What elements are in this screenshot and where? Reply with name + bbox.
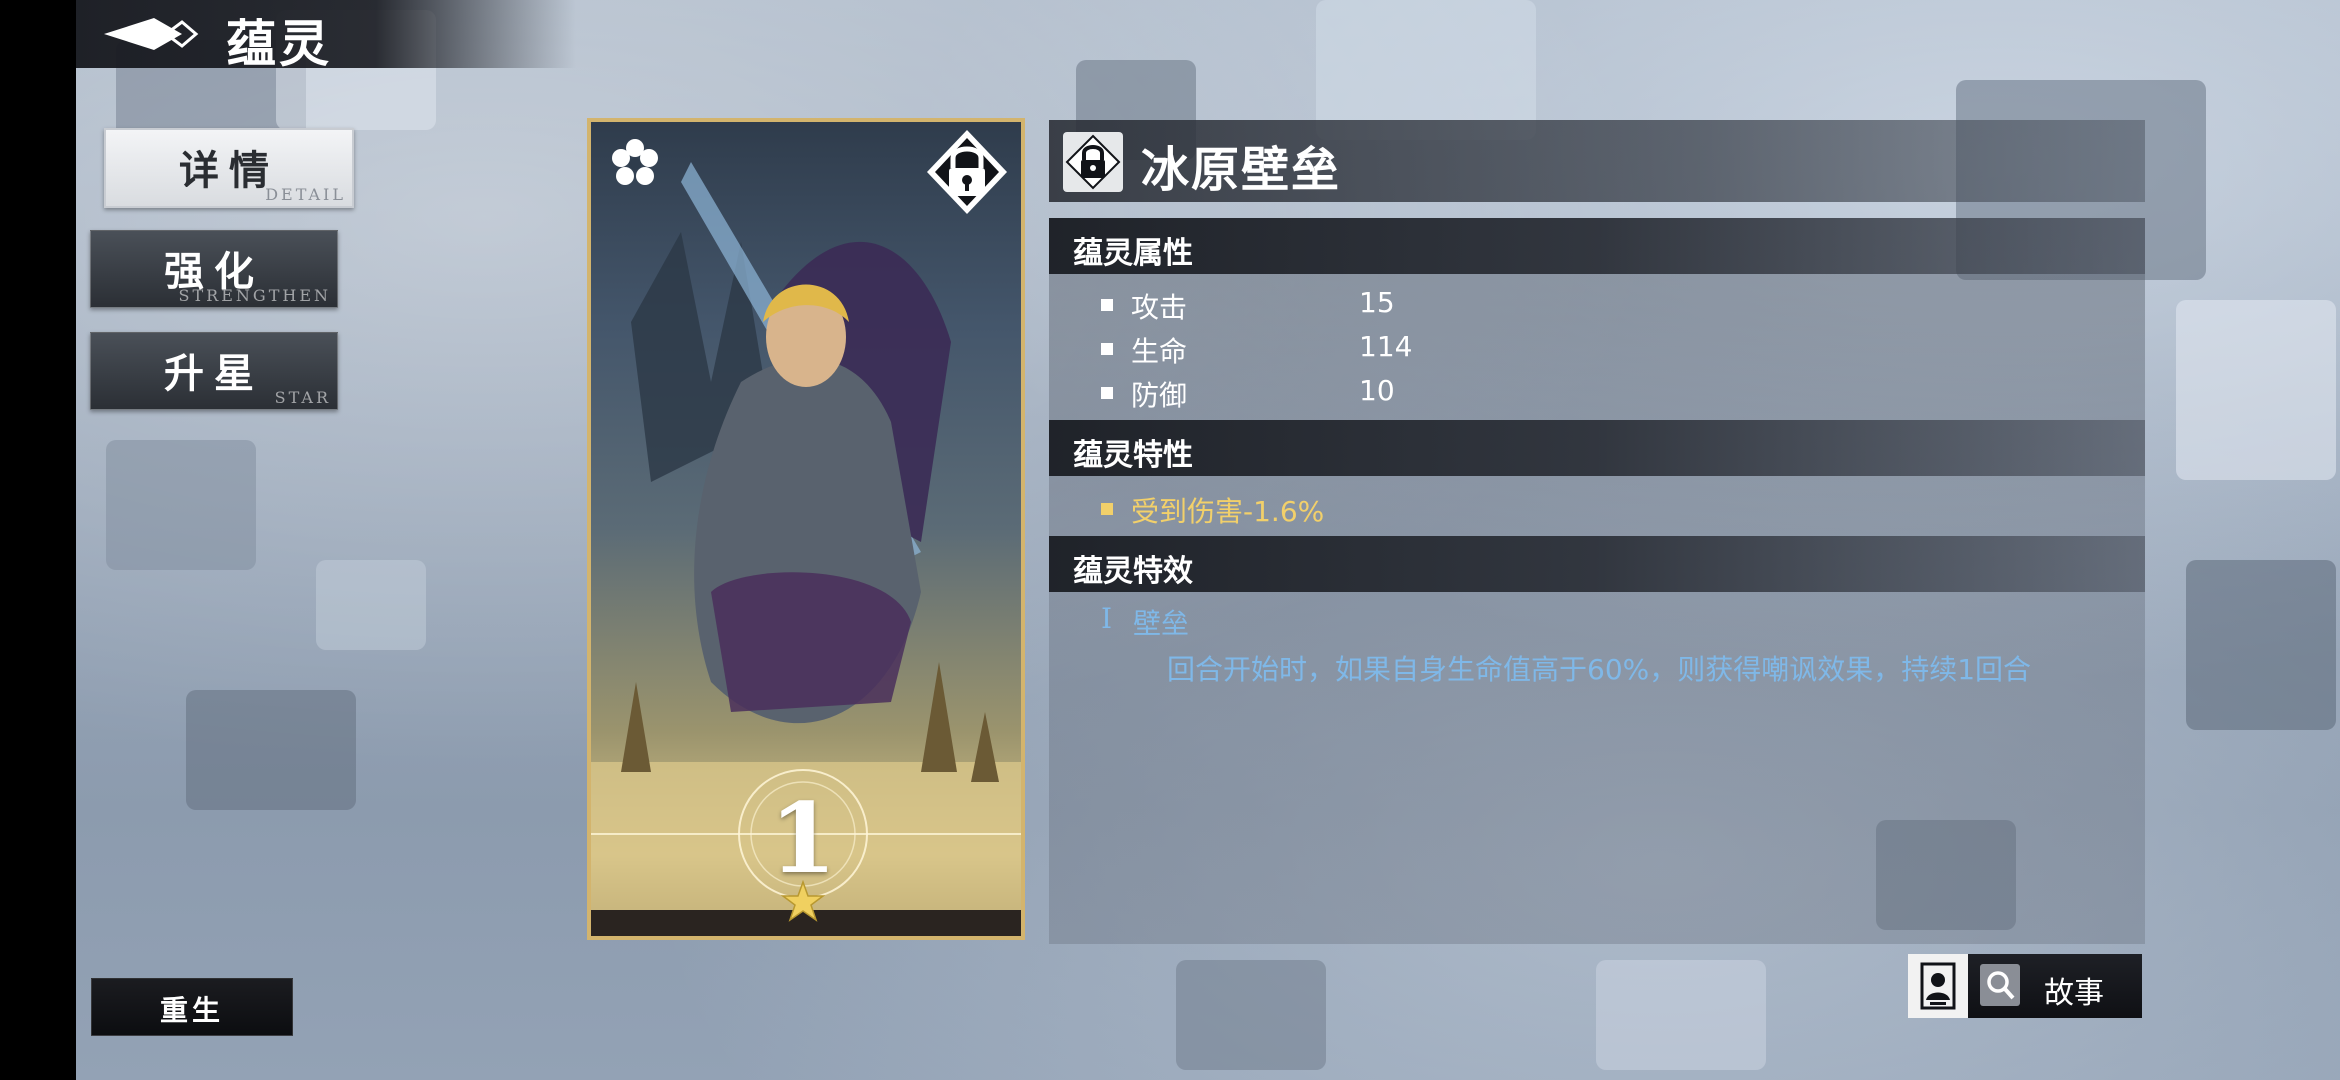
bg-cube [1176,960,1326,1070]
tab-sublabel: STRENGTHEN [178,286,331,305]
left-black-margin [0,0,76,1080]
stat-label: 攻击 [1131,291,1188,324]
stat-label: 生命 [1131,335,1188,368]
stat-value: 114 [1359,330,1413,363]
stat-value: 10 [1359,374,1395,407]
bullet-icon [1101,387,1113,399]
stat-value: 15 [1359,286,1395,319]
back-button[interactable] [104,14,200,54]
bg-cube [1596,960,1766,1070]
section-title: 蕴灵属性 [1073,236,1193,271]
card-name: 冰原壁垒 [1141,142,1342,198]
star-icon [781,880,825,922]
bg-cube [1316,0,1536,140]
info-panel: 蕴灵属性 攻击 15 生命 114 防御 10 蕴灵特性 受到伤害-1.6% 蕴… [1049,218,2145,944]
bg-cube [186,690,356,810]
tab-detail[interactable]: 详情 DETAIL [104,128,354,208]
bullet-icon [1101,343,1113,355]
tab-strengthen[interactable]: 强化 STRENGTHEN [90,230,338,308]
bg-cube [106,440,256,570]
bullet-icon [1101,299,1113,311]
effect-numeral: I [1101,602,1113,635]
section-header-traits: 蕴灵特性 [1049,420,2145,476]
bg-cube [316,560,426,650]
rebirth-button[interactable]: 重生 [91,978,293,1036]
stat-label: 防御 [1131,379,1188,412]
trait-text: 受到伤害-1.6% [1131,495,1325,528]
star-level-number: 1 [769,782,837,895]
element-icon [612,139,658,185]
bg-cube [2186,560,2336,730]
search-icon [1980,964,2020,1006]
rebirth-label: 重生 [159,994,224,1027]
tab-star[interactable]: 升星 STAR [90,332,338,410]
section-title: 蕴灵特效 [1073,554,1193,589]
header-bar: 蕴灵 [76,0,576,73]
section-header-attributes: 蕴灵属性 [1049,218,2145,274]
tab-sublabel: STAR [274,388,331,407]
bullet-icon [1101,503,1113,515]
name-lock-badge [1063,132,1123,192]
name-bar: 冰原壁垒 [1049,120,2145,202]
section-title: 蕴灵特性 [1073,438,1193,473]
lock-icon [1065,134,1121,190]
effect-name: 壁垒 [1133,607,1190,640]
page-title: 蕴灵 [226,14,332,73]
bg-cube [2176,300,2336,480]
back-arrow-icon [104,18,199,50]
lock-icon[interactable] [921,126,1013,218]
effect-description: 回合开始时，如果自身生命值高于60%，则获得嘲讽效果，持续1回合 [1167,653,2032,686]
tab-sublabel: DETAIL [265,185,346,204]
story-button[interactable]: 故事 [1908,954,2142,1018]
character-card[interactable]: 1 [587,118,1025,940]
story-label: 故事 [2044,976,2104,1011]
section-header-effects: 蕴灵特效 [1049,536,2145,592]
profile-icon [1908,954,1968,1018]
